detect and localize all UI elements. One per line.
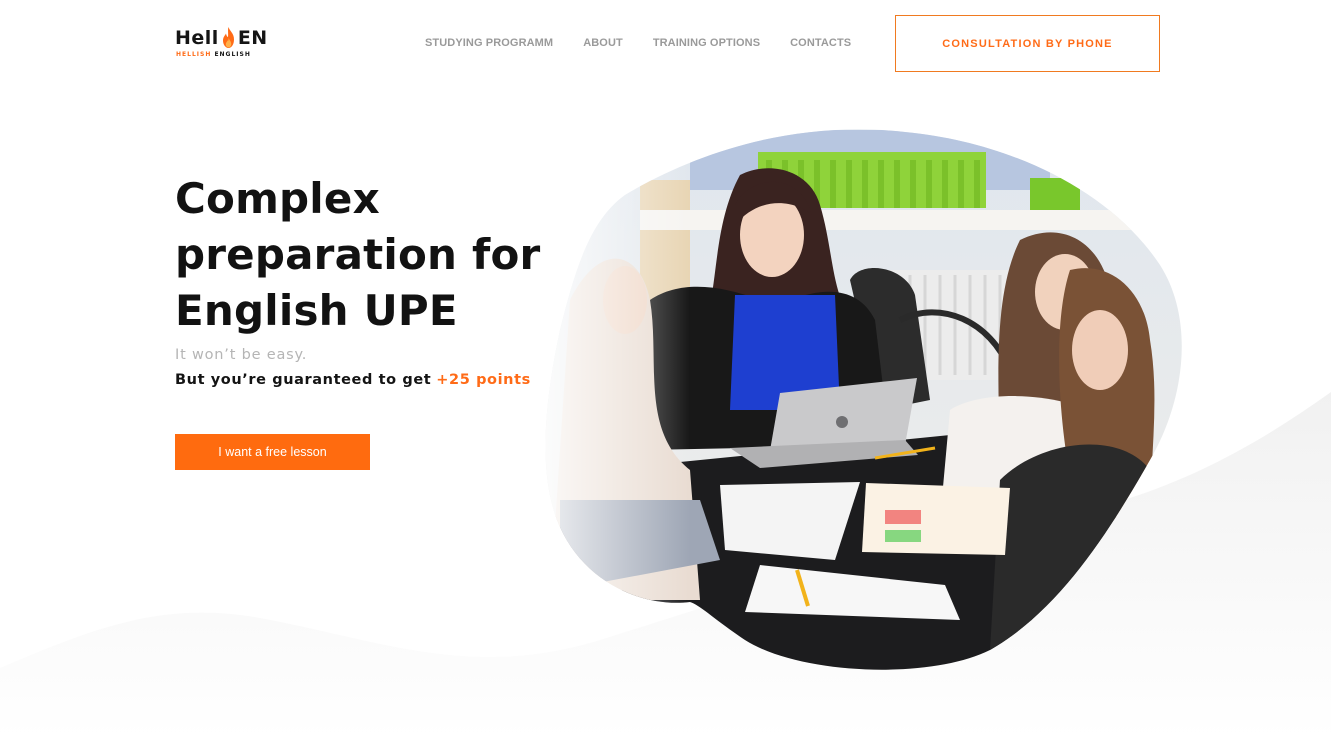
logo[interactable]: Hell EN HELLISH ENGLISH — [175, 26, 275, 60]
nav-link-contacts[interactable]: CONTACTS — [790, 37, 851, 49]
hero-title-line: preparation for — [175, 230, 541, 279]
logo-word-left: Hell — [175, 27, 219, 49]
guarantee-text: But you’re guaranteed to get — [175, 372, 432, 388]
hero-title-line: English UPE — [175, 286, 458, 335]
nav-link-about[interactable]: ABOUT — [583, 37, 623, 49]
nav-link-training-options[interactable]: TRAINING OPTIONS — [653, 37, 760, 49]
background-wave — [0, 392, 1331, 739]
logo-tagline: HELLISH ENGLISH — [176, 51, 251, 58]
points-highlight: +25 points — [436, 372, 531, 388]
main-nav: STUDYING PROGRAMM ABOUT TRAINING OPTIONS… — [425, 37, 851, 49]
hero-title: Complex preparation for English UPE — [175, 171, 575, 339]
hero-guarantee: But you’re guaranteed to get +25 points — [175, 372, 531, 388]
logo-word-right: EN — [237, 27, 268, 49]
logo-sub-right: ENGLISH — [214, 51, 251, 58]
logo-wordmark: Hell EN — [175, 26, 268, 50]
consultation-button[interactable]: CONSULTATION BY PHONE — [895, 15, 1160, 72]
nav-link-studying-programm[interactable]: STUDYING PROGRAMM — [425, 37, 553, 49]
hero-title-line: Complex — [175, 174, 380, 223]
free-lesson-button[interactable]: I want a free lesson — [175, 434, 370, 470]
hero-subtitle: It won’t be easy. — [175, 347, 308, 363]
logo-sub-left: HELLISH — [176, 51, 212, 58]
flame-icon — [222, 27, 234, 48]
